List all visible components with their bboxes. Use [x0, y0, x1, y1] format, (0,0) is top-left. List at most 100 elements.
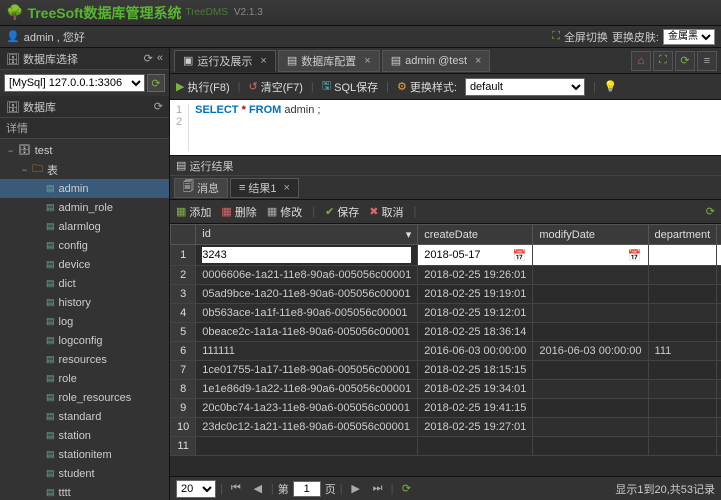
cell-createDate[interactable]: 2018-02-25 19:27:01 — [418, 418, 533, 437]
home-button[interactable]: ⌂ — [631, 51, 651, 71]
cell-eMail[interactable] — [717, 437, 721, 456]
tree-item-role_resources[interactable]: ▤role_resources — [0, 388, 169, 407]
tree-item-resources[interactable]: ▤resources — [0, 350, 169, 369]
tree-item-device[interactable]: ▤device — [0, 255, 169, 274]
calendar-icon[interactable]: 📅 — [513, 249, 527, 262]
cell-createDate[interactable]: 2018-02-25 19:34:01 — [418, 380, 533, 399]
cell-createDate[interactable]: 2016-06-03 00:00:00 — [418, 342, 533, 361]
tree-item-role[interactable]: ▤role — [0, 369, 169, 388]
rtab-close-icon[interactable]: × — [284, 182, 290, 194]
cell-department[interactable] — [648, 418, 717, 437]
cell-modifyDate[interactable] — [533, 380, 648, 399]
cell-eMail[interactable]: 111 — [717, 342, 721, 361]
cell-department[interactable] — [648, 323, 717, 342]
table-row[interactable]: 40b563ace-1a1f-11e8-90a6-005056c00001201… — [171, 304, 721, 323]
cell-modifyDate[interactable]: 2016-06-03 00:00:00 — [533, 342, 648, 361]
tree-item-config[interactable]: ▤config — [0, 236, 169, 255]
cell-id[interactable]: 1e1e86d9-1a22-11e8-90a6-005056c00001 — [196, 380, 418, 399]
cell-createDate[interactable]: 2018-02-25 19:12:01 — [418, 304, 533, 323]
cell-eMail[interactable] — [717, 380, 721, 399]
cell-modifyDate[interactable] — [533, 266, 648, 285]
table-row[interactable]: 50beace2c-1a1a-11e8-90a6-005056c00001201… — [171, 323, 721, 342]
more-button[interactable]: ≡ — [697, 51, 717, 71]
col-header-modifyDate[interactable]: modifyDate — [533, 225, 648, 245]
cell-department[interactable] — [648, 437, 717, 456]
tree-item-tttt[interactable]: ▤tttt — [0, 483, 169, 500]
cell-department[interactable] — [648, 304, 717, 323]
tree-item-standard[interactable]: ▤standard — [0, 407, 169, 426]
cell-department[interactable] — [648, 266, 717, 285]
cell-id[interactable]: 0b563ace-1a1f-11e8-90a6-005056c00001 — [196, 304, 418, 323]
table-row[interactable]: 81e1e86d9-1a22-11e8-90a6-005056c00001201… — [171, 380, 721, 399]
result-tab-结果1[interactable]: ≡结果1× — [230, 178, 299, 198]
fullscreen-icon[interactable]: ⛶ — [552, 30, 560, 43]
cell-modifyDate[interactable] — [533, 304, 648, 323]
cell-id-input[interactable] — [202, 247, 411, 263]
cell-createDate[interactable]: 2018-02-25 19:19:01 — [418, 285, 533, 304]
skin-select[interactable]: 金属黑 — [663, 29, 715, 45]
pager-refresh-button[interactable]: ⟳ — [397, 480, 415, 498]
tab-close-icon[interactable]: × — [364, 55, 370, 67]
save-rows-button[interactable]: ✔保存 — [325, 204, 359, 220]
db-connection-select[interactable]: [MySql] 127.0.0.1:3306 — [4, 74, 145, 92]
tab-运行及展示[interactable]: ▣运行及展示× — [174, 50, 276, 72]
cell-createDate[interactable]: 2018-02-25 19:41:15 — [418, 399, 533, 418]
last-page-button[interactable]: ⏭ — [369, 480, 387, 498]
result-refresh-icon[interactable]: ⟳ — [706, 205, 715, 218]
cell-eMail[interactable] — [717, 399, 721, 418]
tree-item-admin_role[interactable]: ▤admin_role — [0, 198, 169, 217]
table-row[interactable]: 11 — [171, 437, 721, 456]
tree-item-logconfig[interactable]: ▤logconfig — [0, 331, 169, 350]
prev-page-button[interactable]: ◀ — [249, 480, 267, 498]
result-tab-消息[interactable]: 🗐消息 — [174, 178, 228, 198]
cell-id[interactable]: 0beace2c-1a1a-11e8-90a6-005056c00001 — [196, 323, 418, 342]
clear-button[interactable]: ↺清空(F7) — [249, 79, 303, 95]
cell-eMail[interactable] — [717, 245, 721, 266]
calendar-icon[interactable]: 📅 — [628, 249, 642, 262]
table-row[interactable]: 71ce01755-1a17-11e8-90a6-005056c00001201… — [171, 361, 721, 380]
cell-id[interactable]: 20c0bc74-1a23-11e8-90a6-005056c00001 — [196, 399, 418, 418]
expand-button[interactable]: ⛶ — [653, 51, 673, 71]
cell-modifyDate[interactable] — [533, 437, 648, 456]
cell-eMail[interactable] — [717, 418, 721, 437]
cell-eMail[interactable] — [717, 304, 721, 323]
tab-close-icon[interactable]: × — [260, 55, 266, 67]
cell-department[interactable] — [648, 399, 717, 418]
delete-row-button[interactable]: ▦删除 — [221, 204, 256, 220]
tree-item-station[interactable]: ▤station — [0, 426, 169, 445]
sql-text[interactable]: SELECT * FROM admin ; — [195, 104, 320, 151]
cell-modifyDate[interactable] — [533, 399, 648, 418]
table-row[interactable]: 20006606e-1a21-11e8-90a6-005056c00001201… — [171, 266, 721, 285]
tree-item-test[interactable]: −🗄test — [0, 141, 169, 160]
edit-row-button[interactable]: ▦修改 — [267, 204, 302, 220]
cell-eMail[interactable] — [717, 266, 721, 285]
tree-item-log[interactable]: ▤log — [0, 312, 169, 331]
execute-button[interactable]: ▶执行(F8) — [176, 79, 230, 95]
cell-department[interactable] — [648, 285, 717, 304]
cell-createDate[interactable]: 2018-02-25 18:36:14 — [418, 323, 533, 342]
cell-createDate[interactable]: 2018-05-17📅 — [418, 245, 533, 266]
cell-department[interactable]: 111 — [648, 342, 717, 361]
cell-id[interactable]: 0006606e-1a21-11e8-90a6-005056c00001 — [196, 266, 418, 285]
cell-department[interactable] — [648, 380, 717, 399]
cell-id[interactable] — [196, 245, 418, 266]
cancel-rows-button[interactable]: ✖取消 — [369, 204, 403, 220]
add-row-button[interactable]: ▦添加 — [176, 204, 211, 220]
cell-modifyDate[interactable]: 📅 — [533, 245, 648, 266]
cell-id[interactable]: 23dc0c12-1a21-11e8-90a6-005056c00001 — [196, 418, 418, 437]
cell-id[interactable]: 1ce01755-1a17-11e8-90a6-005056c00001 — [196, 361, 418, 380]
tree-item-admin[interactable]: ▤admin — [0, 179, 169, 198]
table-row[interactable]: 61111112016-06-03 00:00:002016-06-03 00:… — [171, 342, 721, 361]
tab-数据库配置[interactable]: ▤数据库配置× — [278, 50, 380, 72]
col-header-eMail[interactable]: eMail — [717, 225, 721, 245]
sql-save-button[interactable]: 🖫SQL保存 — [322, 77, 378, 96]
cell-department[interactable] — [648, 245, 717, 266]
expander-icon[interactable]: − — [22, 165, 32, 175]
cell-eMail[interactable] — [717, 285, 721, 304]
tree-item-history[interactable]: ▤history — [0, 293, 169, 312]
db-refresh-button[interactable]: ⟳ — [147, 74, 165, 92]
col-header-createDate[interactable]: createDate — [418, 225, 533, 245]
page-number-input[interactable] — [293, 481, 321, 497]
result-grid-wrap[interactable]: id ▾createDatemodifyDatedepartmenteMailf… — [170, 224, 721, 476]
tree-item-alarmlog[interactable]: ▤alarmlog — [0, 217, 169, 236]
